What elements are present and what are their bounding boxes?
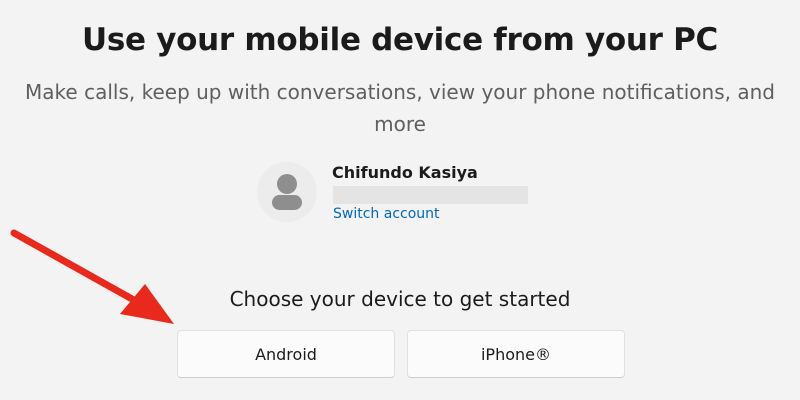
iphone-button[interactable]: iPhone® xyxy=(407,330,625,378)
android-button[interactable]: Android xyxy=(177,330,395,378)
choose-device-heading: Choose your device to get started xyxy=(229,287,571,311)
red-arrow-annotation xyxy=(10,229,174,324)
